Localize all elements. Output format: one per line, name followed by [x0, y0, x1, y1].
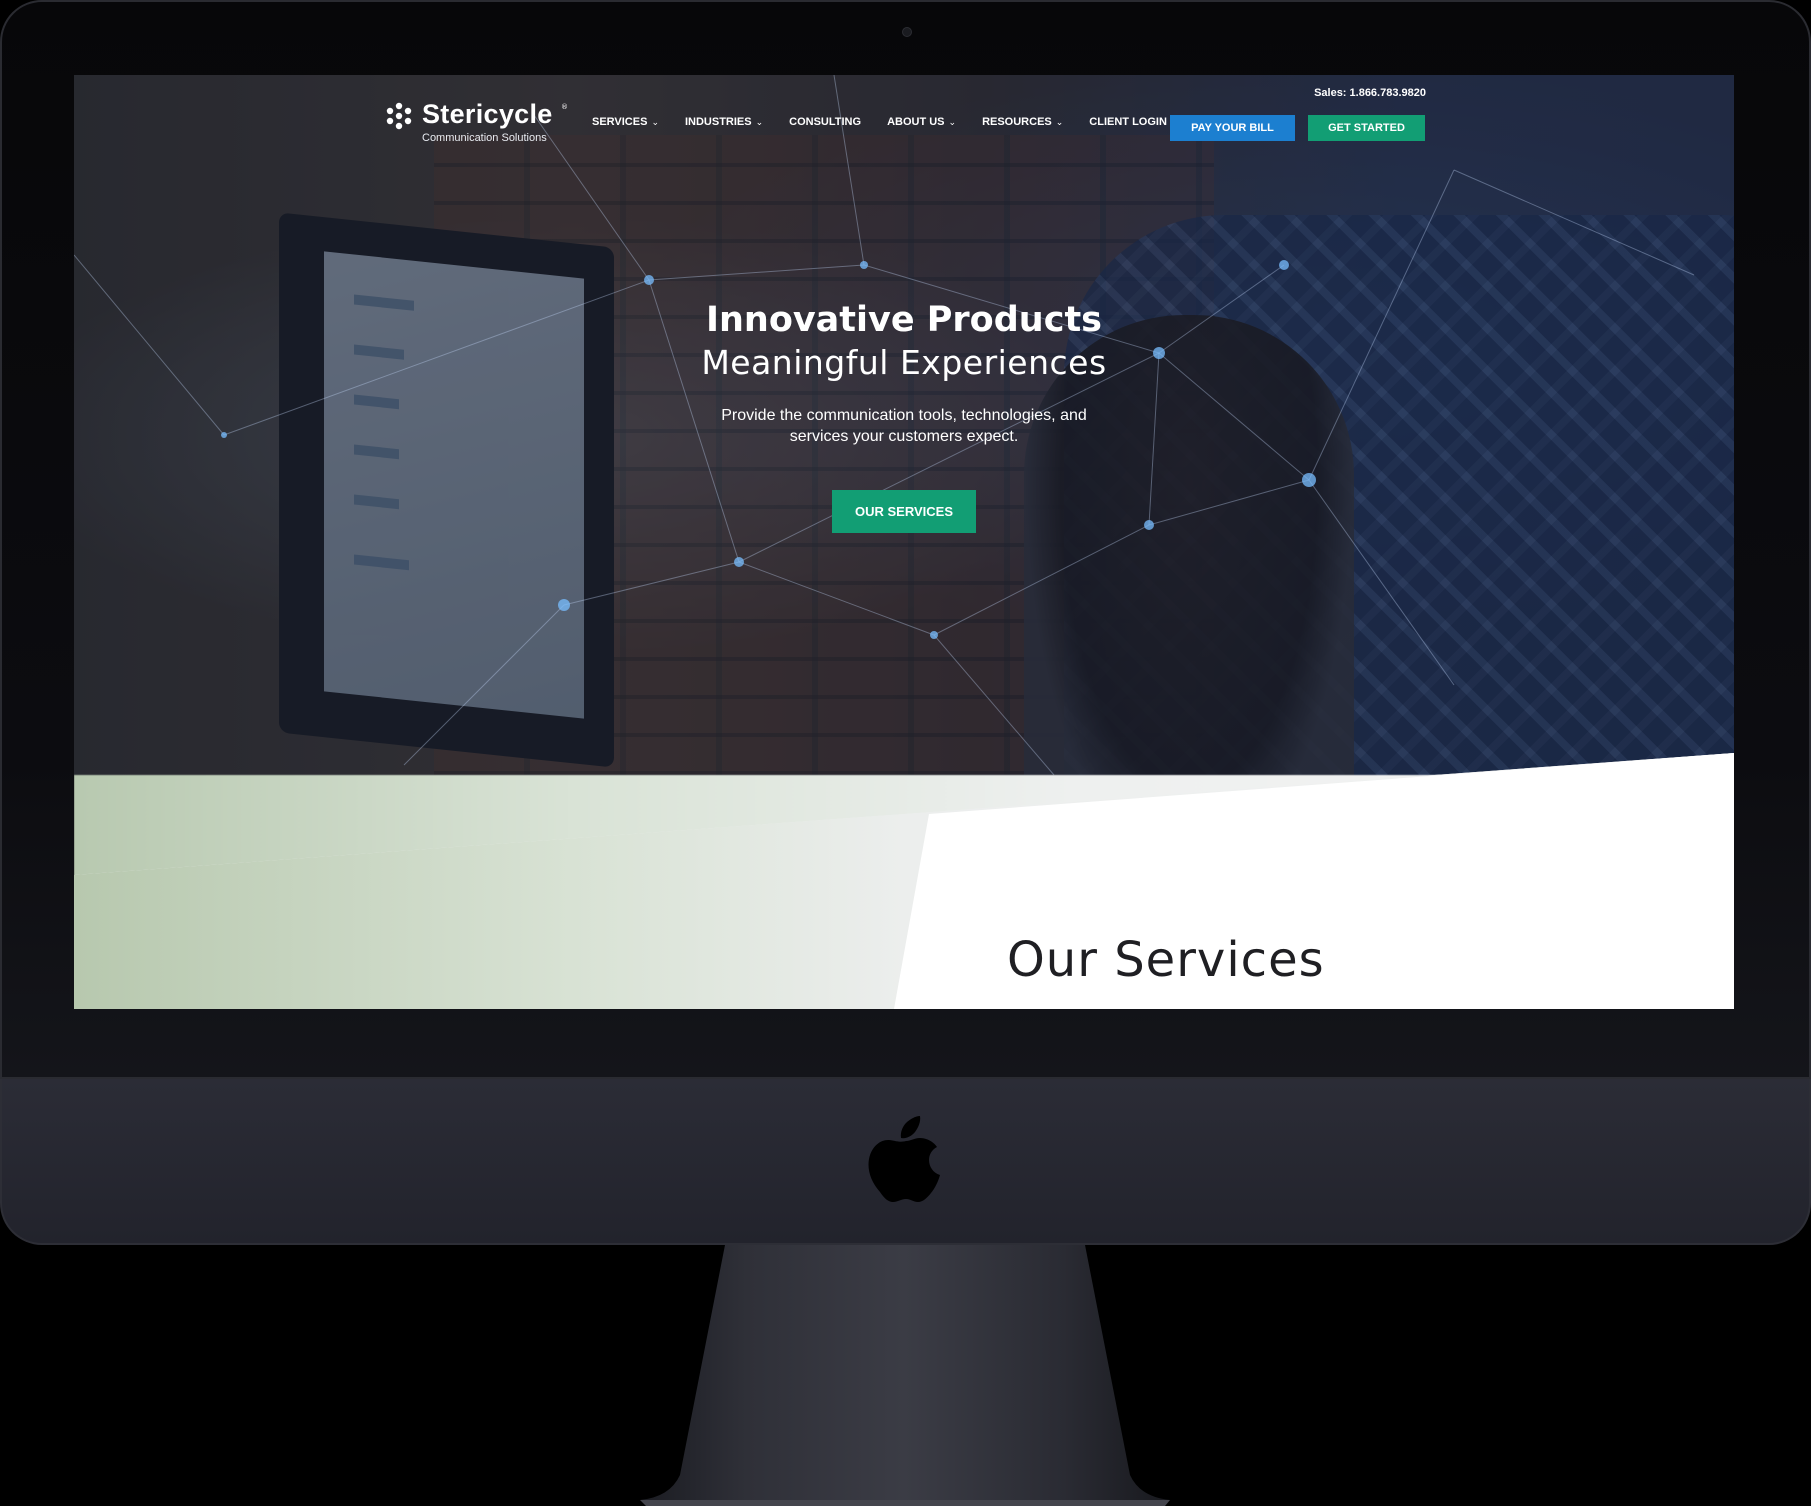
website-screen: Our Services Stericycle ® Communication …	[74, 75, 1734, 1009]
stericycle-dots-icon	[386, 102, 412, 130]
stericycle-logo[interactable]: Stericycle ® Communication Solutions	[384, 99, 574, 151]
nav-item-label: ABOUT US	[887, 116, 945, 128]
logo-tagline: Communication Solutions	[422, 132, 547, 144]
hero-diagonal-cut	[74, 753, 1734, 1009]
imac-stand	[640, 1245, 1170, 1506]
nav-item-label: CONSULTING	[789, 116, 862, 128]
chevron-down-icon: ⌄	[948, 116, 957, 127]
hero-title: Innovative Products	[705, 300, 1103, 340]
logo-registered-mark: ®	[561, 103, 568, 111]
hero-subtitle: Meaningful Experiences	[701, 343, 1107, 382]
sales-phone-link[interactable]: Sales: 1.866.783.9820	[1314, 87, 1426, 99]
hero-description: Provide the communication tools, technol…	[721, 407, 1087, 445]
pay-your-bill-button[interactable]: PAY YOUR BILL	[1170, 115, 1295, 141]
logo-name: Stericycle	[422, 99, 553, 129]
apple-logo-icon	[868, 1116, 940, 1202]
nav-item-industries[interactable]: INDUSTRIES ⌄	[685, 116, 763, 128]
nav-item-consulting[interactable]: CONSULTING	[789, 116, 861, 128]
chevron-down-icon: ⌄	[755, 116, 764, 127]
nav-item-client-login[interactable]: CLIENT LOGIN	[1089, 116, 1167, 128]
nav-item-label: RESOURCES	[982, 116, 1052, 128]
nav-item-label: SERVICES	[592, 116, 648, 128]
nav-item-services[interactable]: SERVICES ⌄	[592, 116, 659, 128]
camera-icon	[902, 27, 912, 37]
our-services-button[interactable]: OUR SERVICES	[832, 490, 976, 533]
nav-item-about-us[interactable]: ABOUT US ⌄	[887, 116, 956, 128]
main-nav: SERVICES ⌄ INDUSTRIES ⌄ CONSULTING ABOUT…	[592, 109, 1193, 135]
nav-item-label: CLIENT LOGIN	[1089, 116, 1167, 128]
chevron-down-icon: ⌄	[651, 116, 659, 127]
nav-item-label: INDUSTRIES	[684, 116, 752, 128]
get-started-button[interactable]: GET STARTED	[1308, 115, 1425, 141]
services-section-title: Our Services	[1007, 932, 1325, 988]
nav-item-resources[interactable]: RESOURCES ⌄	[982, 116, 1063, 128]
imac-device-mockup: Our Services Stericycle ® Communication …	[0, 0, 1811, 1506]
chevron-down-icon: ⌄	[1055, 116, 1064, 127]
